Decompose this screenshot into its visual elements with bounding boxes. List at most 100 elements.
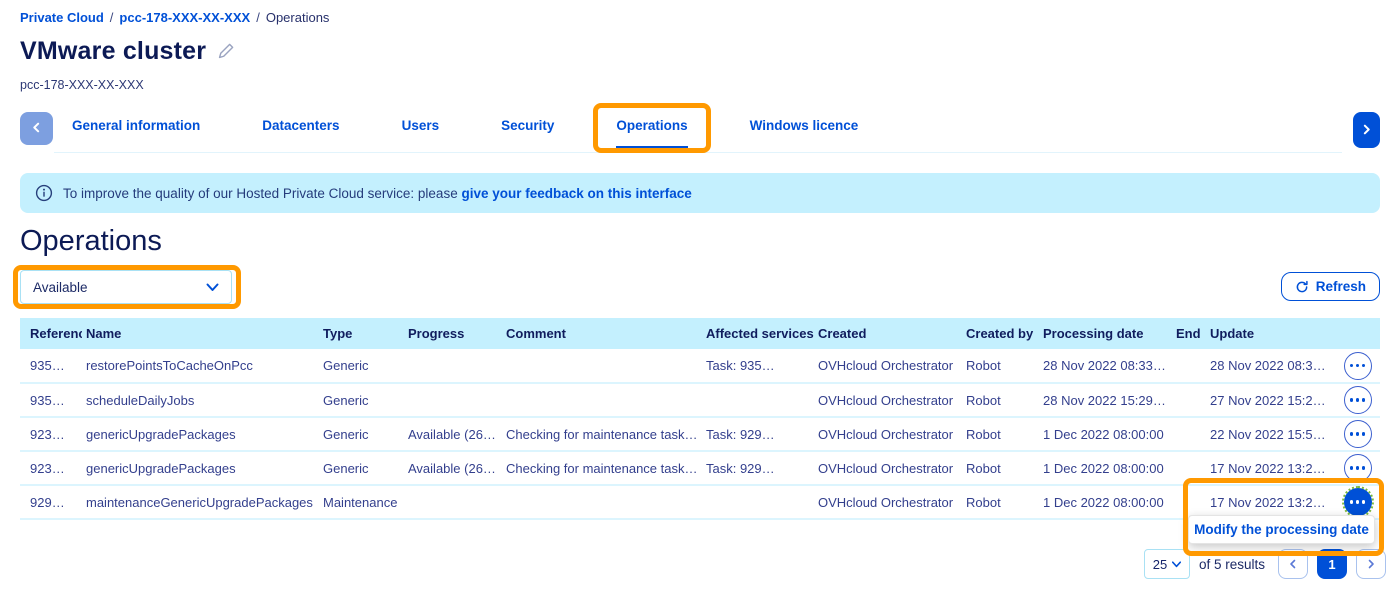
cell-reference: 923 [20,451,82,485]
redacted-value [765,427,813,442]
cell-affected-services [702,485,814,519]
cell-end [1172,349,1206,383]
column-header-progress: Progress [404,318,502,349]
cell-affected-services: Task: 929 [702,417,814,451]
cell-type: Maintenance [319,485,404,519]
row-actions-button[interactable] [1344,386,1372,414]
edit-title-icon[interactable] [216,42,235,61]
redacted-value [765,358,813,373]
breadcrumb-service[interactable]: pcc-178-XXX-XX-XXX [119,10,250,25]
tab-general-information[interactable]: General information [72,118,200,148]
row-actions-button[interactable] [1344,488,1372,516]
cell-type: Generic [319,383,404,417]
page-size-value: 25 [1153,557,1167,572]
column-header-affected-services: Affected services [702,318,814,349]
pagination-page-1-button[interactable]: 1 [1317,549,1347,579]
column-header-update: Update [1206,318,1335,349]
cell-created: OVHcloud Orchestrator [814,383,962,417]
column-header-end: End [1172,318,1206,349]
cell-name: restorePointsToCacheOnPcc [82,349,319,383]
tab-security[interactable]: Security [501,118,554,148]
ellipsis-icon [1350,432,1366,436]
cell-type: Generic [319,451,404,485]
cell-created: OVHcloud Orchestrator [814,485,962,519]
tab-users[interactable]: Users [402,118,440,148]
column-header-comment: Comment [502,318,702,349]
cell-actions [1335,383,1380,417]
menu-item-modify-processing-date[interactable]: Modify the processing date [1194,522,1369,537]
row-actions-button[interactable] [1344,420,1372,448]
cell-update: 17 Nov 2022 13:20:41 [1206,451,1335,485]
page-size-select[interactable]: 25 [1144,549,1190,579]
redacted-value [55,389,82,412]
cell-reference: 935 [20,349,82,383]
feedback-link[interactable]: give your feedback on this interface [461,186,691,201]
tab-windows-licence[interactable]: Windows licence [750,118,859,148]
breadcrumb-current: Operations [266,10,330,25]
redacted-value [765,461,813,476]
cell-end [1172,383,1206,417]
cell-comment [502,383,702,417]
cell-name: maintenanceGenericUpgradePackages [82,485,319,519]
cell-affected-services [702,383,814,417]
cell-end [1172,417,1206,451]
redacted-value [55,457,82,480]
cell-reference: 923 [20,417,82,451]
cell-name: genericUpgradePackages [82,451,319,485]
tabs-scroll-right-button[interactable] [1353,112,1380,148]
refresh-button[interactable]: Refresh [1281,272,1380,301]
breadcrumb: Private Cloud / pcc-178-XXX-XX-XXX / Operati… [0,0,1400,25]
table-row: 923genericUpgradePackagesGenericAvailabl… [20,417,1380,451]
chevron-left-icon [1288,557,1298,572]
row-actions-button[interactable] [1344,454,1372,482]
cell-created-by: Robot [962,451,1039,485]
info-banner: To improve the quality of our Hosted Pri… [20,173,1380,213]
cell-name: scheduleDailyJobs [82,383,319,417]
cell-created: OVHcloud Orchestrator [814,349,962,383]
tab-datacenters[interactable]: Datacenters [262,118,339,148]
cell-comment [502,349,702,383]
cell-name: genericUpgradePackages [82,417,319,451]
page: Private Cloud / pcc-178-XXX-XX-XXX / Operati… [0,0,1400,591]
cell-actions [1335,417,1380,451]
tab-bar-divider [54,152,1342,153]
pagination-next-button[interactable] [1356,549,1386,579]
chevron-left-icon [31,121,42,136]
cell-end [1172,451,1206,485]
breadcrumb-private-cloud[interactable]: Private Cloud [20,10,104,25]
breadcrumb-separator: / [256,10,260,25]
tab-bar: General information Datacenters Users Secur… [20,118,1380,153]
operations-table: ReferenceNameTypeProgressCommentAffected… [20,318,1380,520]
table-row: 929maintenanceGenericUpgradePackagesMain… [20,485,1380,519]
column-header-name: Name [82,318,319,349]
ellipsis-icon [1350,466,1366,470]
column-header-type: Type [319,318,404,349]
cell-created: OVHcloud Orchestrator [814,417,962,451]
status-filter-select[interactable]: Available [20,270,232,304]
redacted-value [55,491,82,514]
breadcrumb-separator: / [110,10,114,25]
info-icon [35,184,53,202]
pagination-prev-button[interactable] [1278,549,1308,579]
redacted-value [55,354,82,377]
cell-created-by: Robot [962,417,1039,451]
cell-progress [404,383,502,417]
page-title: VMware cluster [20,37,206,66]
cell-created-by: Robot [962,485,1039,519]
table-row: 935restorePointsToCacheOnPccGenericTask:… [20,349,1380,383]
tabs-scroll-left-button[interactable] [20,112,53,145]
section-title: Operations [20,225,1400,258]
table-row: 923genericUpgradePackagesGenericAvailabl… [20,451,1380,485]
ellipsis-icon [1350,500,1366,504]
cell-update: 22 Nov 2022 15:51:00 [1206,417,1335,451]
refresh-label: Refresh [1316,279,1366,294]
row-actions-button[interactable] [1344,352,1372,380]
cell-created-by: Robot [962,383,1039,417]
table-row: 935scheduleDailyJobsGenericOVHcloud Orch… [20,383,1380,417]
column-header-created: Created [814,318,962,349]
tab-operations[interactable]: Operations [616,118,687,148]
cell-update: 27 Nov 2022 15:29:10 [1206,383,1335,417]
cell-affected-services: Task: 929 [702,451,814,485]
redacted-value [55,423,82,446]
cell-progress [404,349,502,383]
